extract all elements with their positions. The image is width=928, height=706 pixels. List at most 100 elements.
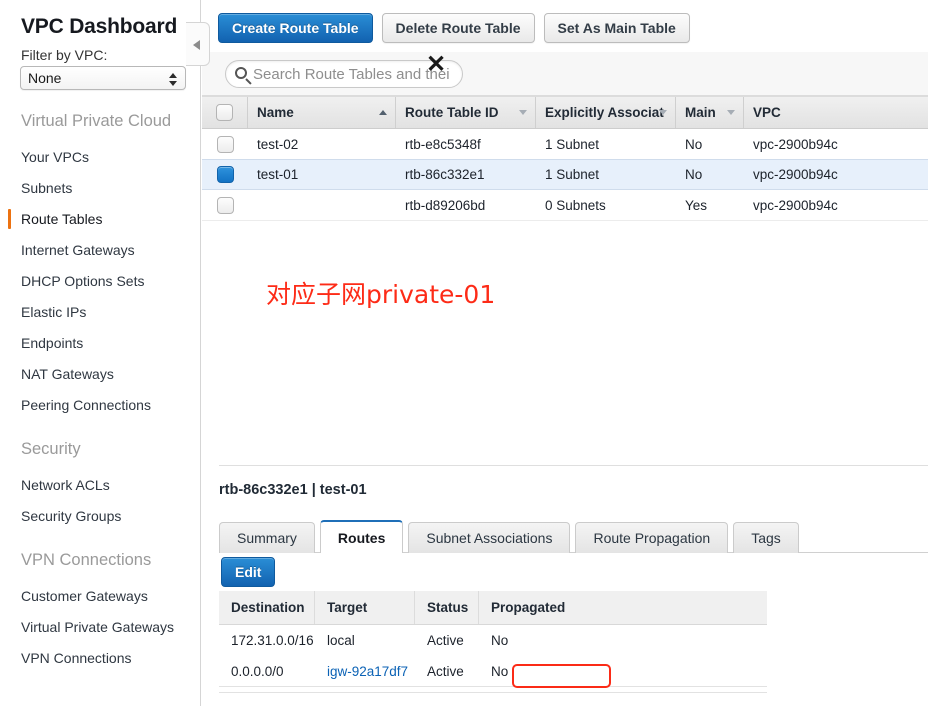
- nav-group-title-security: Security: [21, 440, 81, 458]
- cell-explicitly-associated: 1 Subnet: [545, 167, 600, 182]
- sidebar-item-label: Internet Gateways: [21, 242, 135, 258]
- cell-main: Yes: [685, 197, 708, 213]
- table-row[interactable]: rtb-d89206bd 0 Subnets Yes vpc-2900b94c: [202, 190, 928, 221]
- toolbar: Create Route Table Delete Route Table Se…: [218, 13, 690, 43]
- sort-descending-icon: [519, 110, 527, 115]
- routes-cell-destination: 0.0.0.0/0: [231, 663, 284, 679]
- sidebar-item-label: Network ACLs: [21, 477, 110, 493]
- sidebar: VPC Dashboard Filter by VPC: None Virtua…: [0, 0, 201, 706]
- vpc-filter-label: Filter by VPC:: [21, 47, 108, 63]
- route-tables-table: Name Route Table ID Explicitly Associat …: [202, 96, 928, 221]
- annotation-text: 对应子网private-01: [266, 280, 496, 309]
- cell-main: No: [685, 136, 703, 152]
- sidebar-item-customer-gateways[interactable]: Customer Gateways: [0, 584, 200, 608]
- select-all-checkbox[interactable]: [216, 104, 233, 121]
- sidebar-item-label: Subnets: [21, 180, 73, 196]
- main-content: Create Route Table Delete Route Table Se…: [202, 0, 928, 706]
- cell-main: No: [685, 167, 703, 182]
- sidebar-item-subnets[interactable]: Subnets: [0, 176, 200, 200]
- sidebar-item-label: Security Groups: [21, 508, 122, 524]
- column-header-main[interactable]: Main: [676, 97, 744, 128]
- cell-vpc: vpc-2900b94c: [753, 197, 838, 213]
- sidebar-item-your-vpcs[interactable]: Your VPCs: [0, 145, 200, 169]
- routes-cell-propagated: No: [491, 633, 509, 648]
- sidebar-item-label: Peering Connections: [21, 397, 151, 413]
- cell-name: test-01: [257, 167, 299, 182]
- cell-name: [248, 190, 396, 220]
- sort-ascending-icon: [379, 110, 387, 115]
- delete-route-table-button[interactable]: Delete Route Table: [381, 13, 535, 43]
- routes-column-header-target: Target: [315, 591, 415, 624]
- sidebar-item-dhcp-options-sets[interactable]: DHCP Options Sets: [0, 269, 200, 293]
- column-header-label: Route Table ID: [405, 105, 499, 120]
- sidebar-item-network-acls[interactable]: Network ACLs: [0, 473, 200, 497]
- column-header-label: Name: [257, 105, 294, 120]
- sidebar-collapse-button[interactable]: [186, 22, 210, 66]
- table-row-selected[interactable]: test-01 rtb-86c332e1 1 Subnet No vpc-290…: [202, 159, 928, 190]
- set-as-main-table-button[interactable]: Set As Main Table: [543, 13, 690, 43]
- sidebar-item-elastic-ips[interactable]: Elastic IPs: [0, 300, 200, 324]
- column-header-name[interactable]: Name: [248, 97, 396, 128]
- cell-name: test-02: [257, 136, 299, 152]
- tab-route-propagation[interactable]: Route Propagation: [575, 522, 729, 553]
- table-row[interactable]: test-02 rtb-e8c5348f 1 Subnet No vpc-290…: [202, 129, 928, 160]
- routes-cell-target: local: [327, 633, 355, 648]
- internet-gateway-link[interactable]: igw-92a17df7: [327, 664, 408, 679]
- tab-summary[interactable]: Summary: [219, 522, 315, 553]
- sidebar-item-label: NAT Gateways: [21, 366, 114, 382]
- row-select-cell[interactable]: [202, 160, 248, 189]
- tab-tags[interactable]: Tags: [733, 522, 799, 553]
- sidebar-item-route-tables[interactable]: Route Tables: [0, 207, 200, 231]
- routes-table-bottom-border: [219, 692, 767, 693]
- routes-cell-destination: 172.31.0.0/16: [231, 633, 314, 648]
- nav-group-title-vpn: VPN Connections: [21, 551, 152, 569]
- sidebar-item-nat-gateways[interactable]: NAT Gateways: [0, 362, 200, 386]
- vpc-filter-select[interactable]: None: [20, 66, 186, 90]
- sidebar-item-internet-gateways[interactable]: Internet Gateways: [0, 238, 200, 262]
- routes-column-header-propagated: Propagated: [491, 600, 566, 615]
- tab-routes[interactable]: Routes: [319, 520, 404, 553]
- vpc-console-page: VPC Dashboard Filter by VPC: None Virtua…: [0, 0, 928, 706]
- table-header-row: Name Route Table ID Explicitly Associat …: [202, 96, 928, 129]
- select-all-header[interactable]: [202, 97, 248, 128]
- sidebar-item-virtual-private-gateways[interactable]: Virtual Private Gateways: [0, 615, 200, 639]
- search-bar: Search Route Tables and their ✕: [202, 50, 928, 96]
- column-header-vpc[interactable]: VPC: [744, 97, 928, 128]
- sidebar-item-peering-connections[interactable]: Peering Connections: [0, 393, 200, 417]
- row-checkbox[interactable]: [216, 196, 234, 214]
- row-checkbox[interactable]: [216, 135, 234, 153]
- row-select-cell[interactable]: [202, 129, 248, 159]
- tab-subnet-associations[interactable]: Subnet Associations: [408, 522, 571, 553]
- sidebar-item-label: VPN Connections: [21, 650, 132, 666]
- sidebar-item-vpn-connections[interactable]: VPN Connections: [0, 646, 200, 670]
- sidebar-item-label: Your VPCs: [21, 149, 89, 165]
- cell-route-table-id: rtb-e8c5348f: [405, 136, 481, 152]
- chevron-left-icon: [193, 40, 200, 50]
- sidebar-item-security-groups[interactable]: Security Groups: [0, 504, 200, 528]
- edit-button[interactable]: Edit: [221, 557, 276, 587]
- routes-column-header-status: Status: [415, 591, 479, 624]
- routes-cell-status: Active: [427, 633, 464, 648]
- column-header-label: Main: [685, 105, 716, 120]
- create-route-table-button[interactable]: Create Route Table: [218, 13, 373, 43]
- detail-tabs: Summary Routes Subnet Associations Route…: [219, 520, 928, 553]
- clear-search-icon[interactable]: ✕: [426, 50, 446, 80]
- cell-vpc: vpc-2900b94c: [753, 136, 838, 152]
- column-header-label: VPC: [753, 105, 781, 120]
- sidebar-item-label: Endpoints: [21, 335, 84, 351]
- column-header-explicitly-associated[interactable]: Explicitly Associat: [536, 97, 676, 128]
- sidebar-item-endpoints[interactable]: Endpoints: [0, 331, 200, 355]
- cell-explicitly-associated: 1 Subnet: [545, 136, 600, 152]
- page-title: VPC Dashboard: [21, 15, 178, 38]
- column-header-route-table-id[interactable]: Route Table ID: [396, 97, 536, 128]
- routes-cell-propagated: No: [491, 663, 509, 679]
- sort-descending-icon: [659, 110, 667, 115]
- sidebar-item-label: Customer Gateways: [21, 588, 148, 604]
- routes-table-row: 172.31.0.0/16 local Active No: [219, 625, 767, 656]
- row-checkbox-checked[interactable]: [216, 166, 234, 183]
- sidebar-item-label: DHCP Options Sets: [21, 273, 145, 289]
- nav-group-title-vpc: Virtual Private Cloud: [21, 112, 172, 130]
- sidebar-item-label: Route Tables: [21, 211, 103, 227]
- routes-column-header-destination: Destination: [219, 591, 315, 624]
- row-select-cell[interactable]: [202, 190, 248, 220]
